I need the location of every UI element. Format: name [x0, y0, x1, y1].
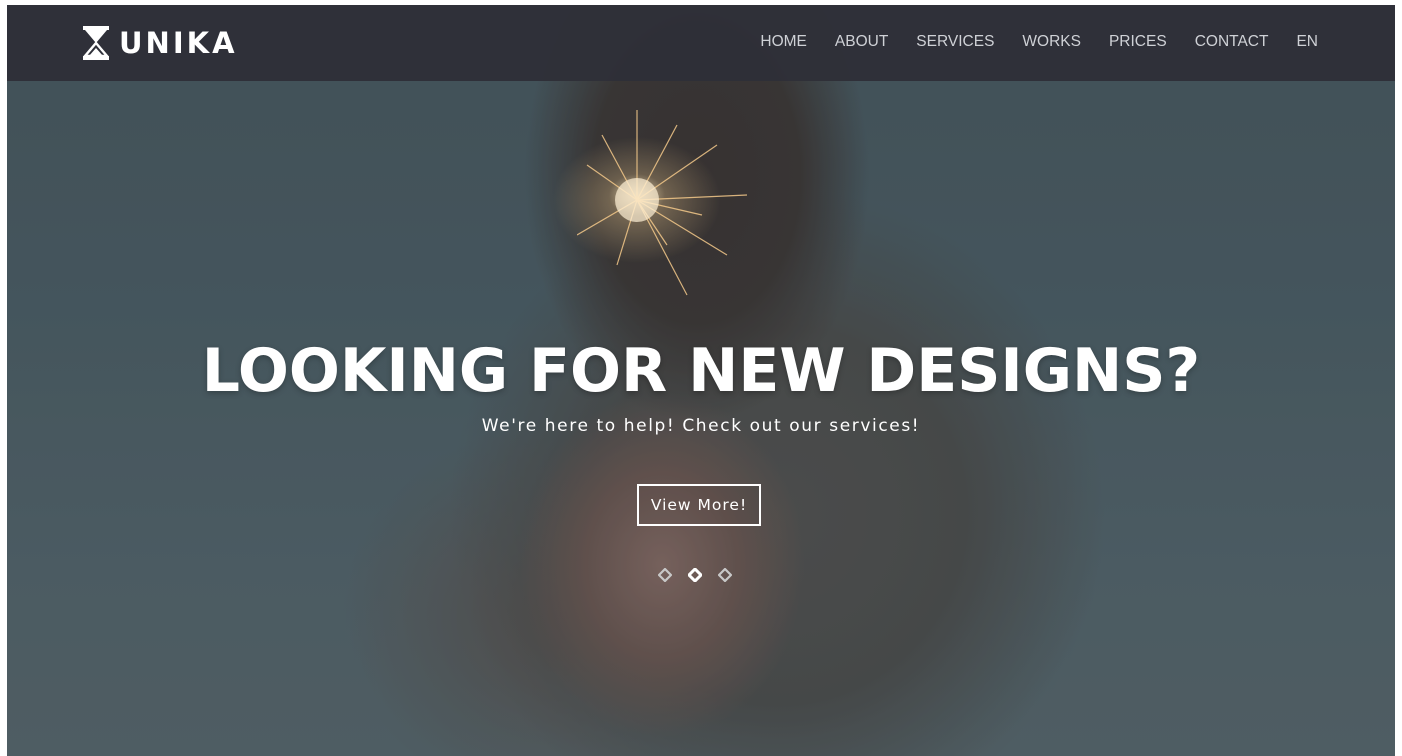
nav-item-prices[interactable]: PRICES [1109, 32, 1167, 52]
hero-headline: LOOKING FOR NEW DESIGNS? [201, 336, 1201, 406]
nav-item-home[interactable]: HOME [760, 32, 807, 52]
hourglass-logo-icon [83, 26, 109, 60]
diamond-outline-icon [658, 568, 672, 582]
page-frame: UNIKA HOME ABOUT SERVICES WORKS PRICES C… [7, 5, 1395, 756]
diamond-outline-icon [718, 568, 732, 582]
slider-pagination [658, 568, 732, 582]
slide-dot-2-active[interactable] [688, 568, 702, 582]
sparkler-glow [577, 110, 748, 296]
main-nav: HOME ABOUT SERVICES WORKS PRICES CONTACT… [732, 32, 1318, 52]
brand-name: UNIKA [119, 26, 238, 60]
nav-item-about[interactable]: ABOUT [835, 32, 888, 52]
nav-item-works[interactable]: WORKS [1022, 32, 1081, 52]
diamond-active-icon [688, 568, 702, 582]
top-navbar: UNIKA HOME ABOUT SERVICES WORKS PRICES C… [7, 5, 1395, 81]
nav-item-services[interactable]: SERVICES [916, 32, 994, 52]
language-switch[interactable]: EN [1296, 32, 1318, 52]
nav-item-contact[interactable]: CONTACT [1195, 32, 1269, 52]
slide-dot-1[interactable] [658, 568, 672, 582]
slide-dot-3[interactable] [718, 568, 732, 582]
brand-logo[interactable]: UNIKA [83, 25, 238, 61]
view-more-button[interactable]: View More! [637, 484, 761, 526]
hero-subheadline: We're here to help! Check out our servic… [481, 416, 921, 436]
